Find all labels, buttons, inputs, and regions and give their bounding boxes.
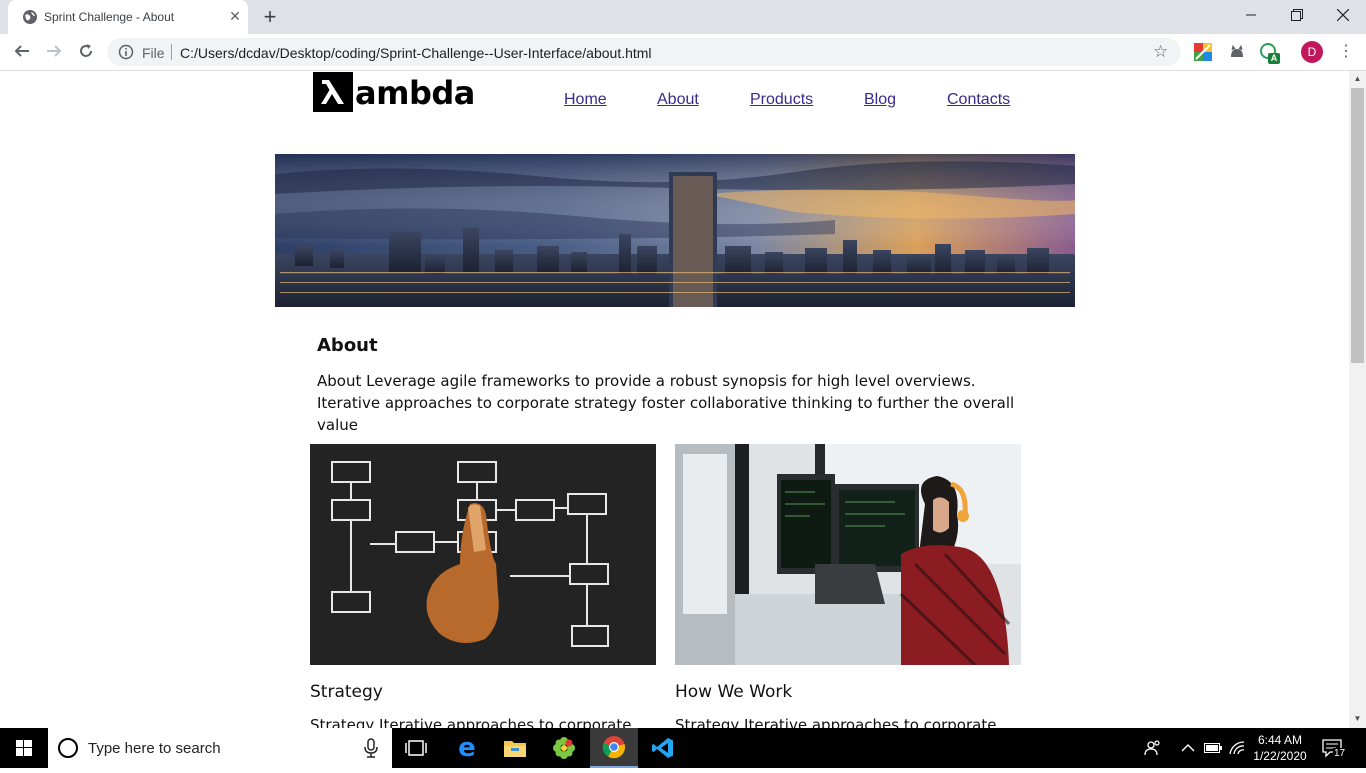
tab-title: Sprint Challenge - About xyxy=(44,10,175,24)
scheme-label: File xyxy=(142,45,165,61)
grammar-extension-icon[interactable]: A xyxy=(1260,43,1280,64)
new-tab-icon[interactable]: + xyxy=(259,6,281,28)
extension-badge: A xyxy=(1268,53,1280,64)
battery-icon[interactable] xyxy=(1204,728,1222,768)
strategy-card-text: Strategy Iterative approaches to corpora… xyxy=(310,716,632,728)
tab-close-icon[interactable]: ✕ xyxy=(226,7,244,25)
url-text[interactable]: C:/Users/dcdav/Desktop/coding/Sprint-Cha… xyxy=(180,45,652,61)
omnibox-divider xyxy=(171,44,172,60)
nav-contacts[interactable]: Contacts xyxy=(947,91,1010,109)
wifi-icon[interactable] xyxy=(1228,728,1246,768)
address-bar[interactable]: File C:/Users/dcdav/Desktop/coding/Sprin… xyxy=(107,38,1181,66)
octocat-extension-icon[interactable] xyxy=(1228,43,1246,61)
nav-home[interactable]: Home xyxy=(564,91,607,109)
windows-taskbar: Type here to search e 6:44 AM 1/22/2020 … xyxy=(0,728,1366,768)
people-icon[interactable] xyxy=(1143,728,1163,768)
cortana-icon[interactable] xyxy=(58,738,78,758)
about-heading: About xyxy=(317,335,378,356)
web-page: ambda Home About Products Blog Contacts xyxy=(0,71,1349,728)
notification-count-badge: 17 xyxy=(1333,748,1347,759)
hero-skyline-image xyxy=(275,154,1075,307)
how-we-work-card-text: Strategy Iterative approaches to corpora… xyxy=(675,716,997,728)
task-view-icon[interactable] xyxy=(392,728,440,768)
chevron-up-icon[interactable] xyxy=(1181,728,1195,768)
restore-icon[interactable] xyxy=(1274,0,1320,30)
lambda-logo-mark xyxy=(313,72,353,112)
forward-icon[interactable] xyxy=(42,42,66,64)
back-icon[interactable] xyxy=(10,42,34,64)
file-explorer-icon[interactable] xyxy=(491,728,539,768)
profile-avatar[interactable]: D xyxy=(1301,41,1323,63)
notification-center-icon[interactable]: 17 xyxy=(1322,728,1347,768)
developer-workspace-image xyxy=(675,444,1021,665)
nav-blog[interactable]: Blog xyxy=(864,91,896,109)
bookmark-star-icon[interactable]: ☆ xyxy=(1153,42,1168,62)
reload-icon[interactable] xyxy=(74,42,98,64)
edge-browser-icon[interactable]: e xyxy=(443,728,491,768)
strategy-flowchart-image xyxy=(310,444,656,665)
tab-strip: Sprint Challenge - About ✕ + xyxy=(0,0,1366,34)
icq-flower-icon[interactable] xyxy=(540,728,588,768)
chrome-icon[interactable] xyxy=(590,728,638,768)
windows-logo-icon xyxy=(16,740,32,756)
nav-about[interactable]: About xyxy=(657,91,699,109)
how-we-work-card-title: How We Work xyxy=(675,682,793,702)
lambda-logo[interactable]: ambda xyxy=(313,72,475,112)
search-placeholder: Type here to search xyxy=(88,740,221,757)
about-paragraph: About Leverage agile frameworks to provi… xyxy=(317,372,1015,434)
nav-products[interactable]: Products xyxy=(750,91,813,109)
scroll-up-icon[interactable]: ▲ xyxy=(1351,73,1364,85)
clock-date: 1/22/2020 xyxy=(1253,749,1307,763)
scroll-down-icon[interactable]: ▼ xyxy=(1351,713,1364,725)
close-window-icon[interactable] xyxy=(1320,0,1366,30)
browser-toolbar: File C:/Users/dcdav/Desktop/coding/Sprin… xyxy=(0,34,1366,71)
info-icon[interactable] xyxy=(118,44,134,60)
taskbar-search-box[interactable]: Type here to search xyxy=(48,728,392,768)
vscode-icon[interactable] xyxy=(639,728,687,768)
scrollbar-thumb[interactable] xyxy=(1351,88,1364,363)
logo-text: ambda xyxy=(355,74,475,112)
strategy-card-title: Strategy xyxy=(310,682,383,702)
menu-kebab-icon[interactable]: ⋮ xyxy=(1338,42,1354,62)
taskbar-clock[interactable]: 6:44 AM 1/22/2020 xyxy=(1248,732,1312,764)
browser-tab[interactable]: Sprint Challenge - About ✕ xyxy=(8,0,248,34)
globe-icon xyxy=(23,10,37,24)
colorful-extension-icon[interactable] xyxy=(1194,43,1212,61)
microphone-icon[interactable] xyxy=(364,738,378,758)
start-button[interactable] xyxy=(0,728,48,768)
minimize-icon[interactable] xyxy=(1228,0,1274,30)
clock-time: 6:44 AM xyxy=(1257,733,1303,747)
